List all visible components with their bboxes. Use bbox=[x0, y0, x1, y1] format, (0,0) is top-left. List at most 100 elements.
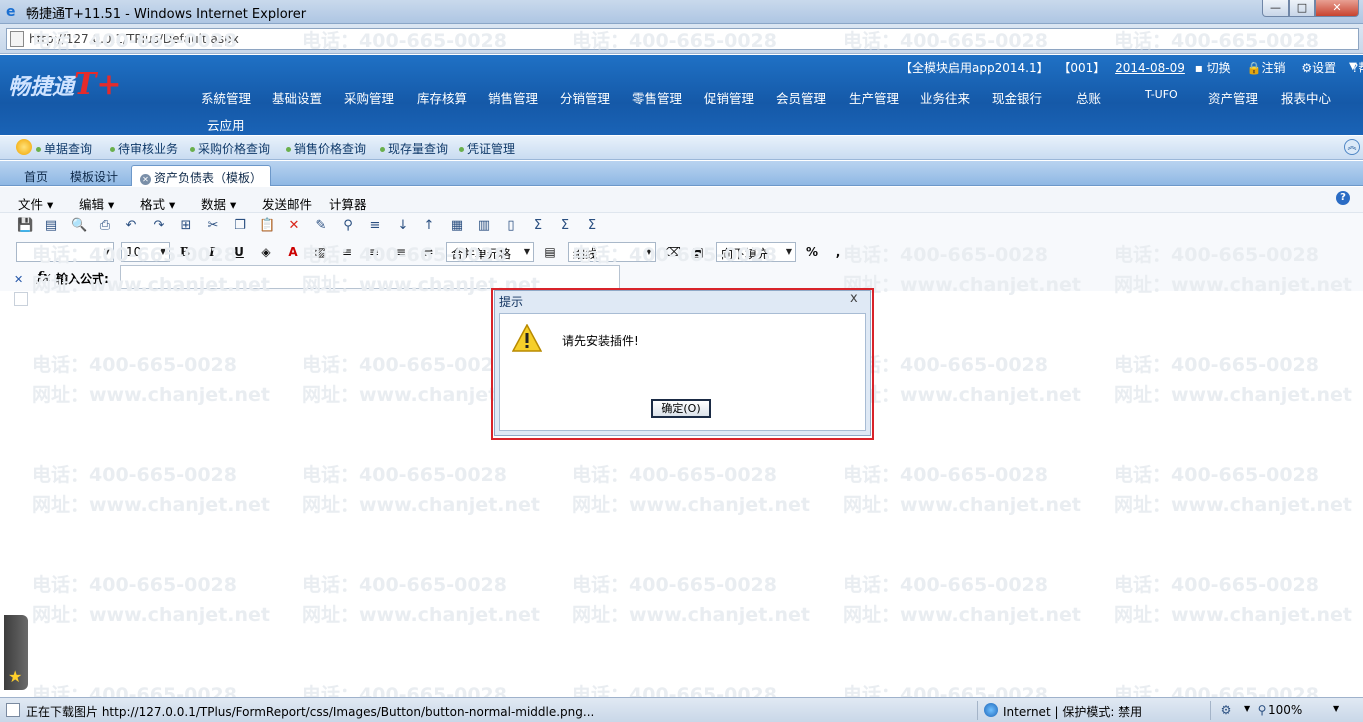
replace-icon[interactable]: ≡ bbox=[367, 218, 383, 234]
format-painter-icon[interactable]: ▣ bbox=[690, 244, 706, 260]
save-as-icon[interactable]: ▤ bbox=[43, 218, 59, 234]
menu-item[interactable]: 生产管理 bbox=[849, 88, 899, 107]
paste-icon[interactable]: 📋 bbox=[259, 218, 275, 234]
menu-file[interactable]: 文件 ▾ bbox=[18, 194, 53, 213]
tab-template-design[interactable]: 模板设计 bbox=[62, 165, 126, 186]
close-window-button[interactable]: ✕ bbox=[1315, 0, 1359, 17]
align-center-icon[interactable]: ≡ bbox=[366, 244, 382, 260]
menu-edit[interactable]: 编辑 ▾ bbox=[79, 194, 114, 213]
font-color-icon[interactable]: A bbox=[285, 244, 301, 260]
ok-button[interactable]: 确定(O) bbox=[651, 399, 711, 418]
maximize-button[interactable]: □ bbox=[1289, 0, 1315, 17]
align-left-icon[interactable]: ≡ bbox=[339, 244, 355, 260]
redo-icon[interactable]: ↷ bbox=[151, 218, 167, 234]
watermark-site: 网址：www.chanjet.net bbox=[572, 604, 810, 626]
star-icon[interactable]: ★ bbox=[8, 667, 22, 686]
settings-label: 设置 bbox=[1312, 61, 1337, 75]
print-icon[interactable]: ⎙ bbox=[97, 218, 113, 234]
clear-format-icon[interactable]: ✎ bbox=[313, 218, 329, 234]
quick-link[interactable]: 采购价格查询 bbox=[190, 140, 270, 157]
insert-row-icon[interactable]: ▦ bbox=[449, 218, 465, 234]
sort-asc-icon[interactable]: ↓ bbox=[395, 218, 411, 234]
save-icon[interactable]: 💾 bbox=[17, 218, 33, 234]
menu-item[interactable]: 销售管理 bbox=[488, 88, 538, 107]
menu-item[interactable]: 报表中心 bbox=[1281, 88, 1331, 107]
comma-button[interactable]: , bbox=[830, 244, 846, 260]
chevron-down-icon[interactable]: ▼ bbox=[1244, 704, 1250, 713]
menu-item-cloud[interactable]: 云应用 bbox=[207, 115, 245, 134]
merge-cells-select[interactable]: 合并单元格 bbox=[446, 242, 534, 262]
login-date-link[interactable]: 2014-08-09 bbox=[1115, 61, 1185, 75]
border-icon[interactable]: ▨ bbox=[312, 244, 328, 260]
tab-balance-sheet[interactable]: ✕ 资产负债表（模板） bbox=[131, 165, 272, 186]
print-preview-icon[interactable]: 🔍 bbox=[71, 218, 87, 234]
quick-link[interactable]: 现存量查询 bbox=[380, 140, 448, 157]
dialog-close-icon[interactable]: x bbox=[850, 291, 858, 306]
bold-button[interactable]: B bbox=[177, 244, 193, 260]
wrap-icon[interactable]: ⇌ bbox=[420, 244, 436, 260]
menu-item[interactable]: 采购管理 bbox=[344, 88, 394, 107]
cut-icon[interactable]: ✂ bbox=[205, 218, 221, 234]
percent-button[interactable]: % bbox=[804, 244, 820, 260]
properties-icon[interactable]: ▯ bbox=[503, 218, 519, 234]
menu-item[interactable]: 总账 bbox=[1076, 88, 1101, 107]
formula-input[interactable] bbox=[120, 265, 620, 289]
menu-item[interactable]: 促销管理 bbox=[704, 88, 754, 107]
help-icon[interactable]: ? bbox=[1336, 191, 1350, 205]
quick-link[interactable]: 待审核业务 bbox=[110, 140, 178, 157]
delete-icon[interactable]: ✕ bbox=[286, 218, 302, 234]
compat-icon[interactable]: ⚙ bbox=[1218, 702, 1234, 718]
menu-item[interactable]: 系統管理 bbox=[201, 88, 251, 107]
tab-home[interactable]: 首页 bbox=[16, 165, 56, 186]
menu-item[interactable]: 现金银行 bbox=[992, 88, 1042, 107]
menu-item[interactable]: 业务往来 bbox=[920, 88, 970, 107]
italic-button[interactable]: I bbox=[204, 244, 220, 260]
cancel-formula-icon[interactable]: ✕ bbox=[14, 273, 23, 286]
font-size-select[interactable]: 10 bbox=[121, 242, 170, 262]
menu-item[interactable]: 库存核算 bbox=[417, 88, 467, 107]
undo-icon[interactable]: ↶ bbox=[123, 218, 139, 234]
menu-data[interactable]: 数据 ▾ bbox=[201, 194, 236, 213]
minimize-button[interactable]: — bbox=[1262, 0, 1289, 17]
header-collapse-icon[interactable]: ▼ bbox=[1349, 61, 1357, 72]
menu-item[interactable]: 资产管理 bbox=[1208, 88, 1258, 107]
quick-link[interactable]: 销售价格查询 bbox=[286, 140, 366, 157]
border-style-select[interactable]: 细线 bbox=[568, 242, 656, 262]
align-right-icon[interactable]: ≡ bbox=[393, 244, 409, 260]
menu-calculator[interactable]: 计算器 bbox=[329, 194, 367, 213]
table-icon[interactable]: ▤ bbox=[542, 244, 558, 260]
font-name-select[interactable] bbox=[16, 242, 114, 262]
chevron-down-icon[interactable]: ▼ bbox=[1333, 704, 1339, 713]
menu-send-mail[interactable]: 发送邮件 bbox=[262, 194, 312, 213]
quick-link[interactable]: 凭证管理 bbox=[459, 140, 515, 157]
logout-link[interactable]: 🔒注销 bbox=[1247, 61, 1292, 75]
favorites-sidebar-handle[interactable]: ★ bbox=[4, 615, 28, 690]
fill-down-select[interactable]: 向下填充 bbox=[716, 242, 796, 262]
fill-color-icon[interactable]: ◈ bbox=[258, 244, 274, 260]
menu-item[interactable]: 零售管理 bbox=[632, 88, 682, 107]
quick-link[interactable]: 单据查询 bbox=[36, 140, 92, 157]
copy-icon[interactable]: ❐ bbox=[232, 218, 248, 234]
menu-item[interactable]: T-UFO bbox=[1145, 88, 1178, 101]
underline-button[interactable]: U bbox=[231, 244, 247, 260]
menu-item[interactable]: 会员管理 bbox=[776, 88, 826, 107]
address-field[interactable]: http://127.0.0.1/TPlus/Default.aspx bbox=[6, 28, 1359, 50]
collapse-up-icon[interactable]: ︽ bbox=[1344, 139, 1360, 155]
insert-col-icon[interactable]: ▥ bbox=[476, 218, 492, 234]
col-sum-icon[interactable]: Σ bbox=[584, 218, 600, 234]
switch-link[interactable]: ▪ 切换 bbox=[1195, 61, 1237, 75]
zoom-level[interactable]: 100% bbox=[1268, 703, 1302, 717]
eraser-icon[interactable]: ⌫ bbox=[664, 244, 681, 260]
tab-close-icon[interactable]: ✕ bbox=[140, 174, 151, 185]
settings-link[interactable]: ⚙设置 bbox=[1301, 61, 1342, 75]
sort-desc-icon[interactable]: ↑ bbox=[421, 218, 437, 234]
select-all-icon[interactable]: ⊞ bbox=[178, 218, 194, 234]
menu-item[interactable]: 分销管理 bbox=[560, 88, 610, 107]
row-sum-icon[interactable]: Σ bbox=[557, 218, 573, 234]
sum-icon[interactable]: Σ bbox=[530, 218, 546, 234]
sheet-corner[interactable] bbox=[14, 292, 28, 306]
menu-item[interactable]: 基础设置 bbox=[272, 88, 322, 107]
find-icon[interactable]: ⚲ bbox=[340, 218, 356, 234]
menu-format[interactable]: 格式 ▾ bbox=[140, 194, 175, 213]
security-zone[interactable]: Internet | 保护模式: 禁用 bbox=[1003, 703, 1142, 720]
